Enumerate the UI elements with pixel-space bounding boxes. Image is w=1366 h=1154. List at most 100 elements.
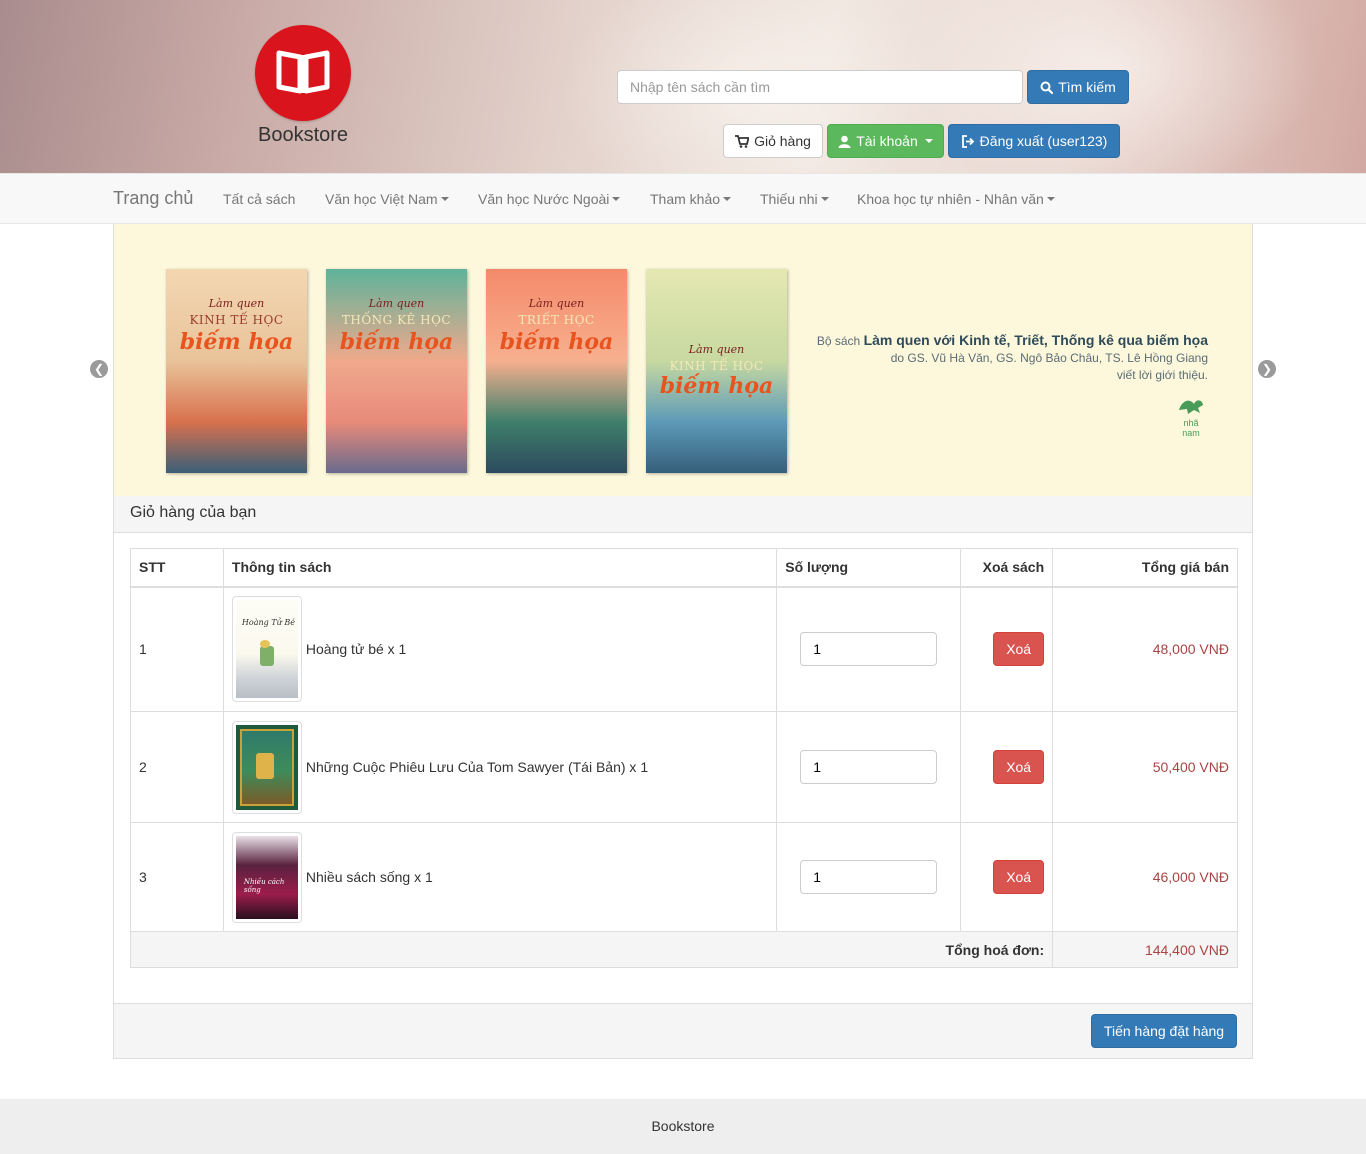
- nav-item-label: Thiếu nhi: [760, 191, 818, 207]
- delete-button[interactable]: Xoá: [993, 860, 1045, 894]
- column-header-total: Tổng giá bán: [1052, 548, 1238, 588]
- banner-caption-prefix: Bộ sách: [816, 334, 864, 348]
- quantity-input[interactable]: [800, 750, 938, 784]
- nav-item-label: Văn học Việt Nam: [325, 191, 438, 207]
- carousel-prev-button[interactable]: ❮: [90, 360, 108, 378]
- row-stt: 3: [130, 822, 224, 932]
- shopping-cart-icon: [735, 134, 750, 148]
- chevron-left-icon: ❮: [93, 362, 105, 376]
- publisher-name: nhã nam: [1182, 418, 1200, 438]
- logo[interactable]: [255, 25, 351, 121]
- banner-caption-title: Làm quen với Kinh tế, Triết, Thống kê qu…: [863, 332, 1208, 348]
- chevron-down-icon: [612, 197, 621, 201]
- cart-table: STT Thông tin sách Số lượng Xoá sách Tổn…: [129, 548, 1238, 968]
- nav-item-foreign-literature[interactable]: Văn học Nước Ngoài: [478, 191, 621, 207]
- nav-item-children[interactable]: Thiếu nhi: [760, 191, 829, 207]
- logout-button[interactable]: Đăng xuất (user123): [948, 124, 1120, 158]
- column-header-stt: STT: [130, 548, 224, 588]
- book-cover-philosophy: Làm quen TRIẾT HỌC biếm họa: [486, 269, 627, 473]
- chevron-right-icon: ❯: [1261, 362, 1273, 376]
- delete-button[interactable]: Xoá: [993, 750, 1045, 784]
- cover-line3: biếm họa: [659, 373, 774, 399]
- search-input[interactable]: [617, 70, 1023, 104]
- page-footer: Bookstore: [0, 1099, 1366, 1154]
- delete-button[interactable]: Xoá: [993, 632, 1045, 667]
- book-thumbnail[interactable]: Hoàng Tử Bé: [231, 596, 302, 703]
- row-stt: 2: [130, 711, 224, 823]
- column-header-qty: Số lượng: [776, 548, 962, 588]
- cart-button[interactable]: Giỏ hàng: [723, 124, 823, 158]
- row-qty-cell: [776, 586, 962, 712]
- nav-home[interactable]: Trang chủ: [113, 188, 193, 209]
- checkout-button[interactable]: Tiến hàng đặt hàng: [1091, 1014, 1237, 1048]
- main-navbar: Trang chủ Tất cả sách Văn học Việt Nam V…: [0, 173, 1366, 224]
- cart-heading: Giỏ hàng của bạn: [114, 496, 1252, 533]
- quantity-input[interactable]: [800, 860, 938, 894]
- chevron-down-icon: [723, 197, 732, 201]
- row-stt: 1: [130, 586, 224, 712]
- quantity-input[interactable]: [800, 632, 938, 667]
- open-book-icon: [276, 50, 330, 94]
- total-value: 144,400 VNĐ: [1052, 931, 1238, 968]
- cover-line3: biếm họa: [339, 329, 454, 355]
- publisher-logo-icon: [1179, 400, 1203, 414]
- row-price: 46,000 VNĐ: [1052, 822, 1238, 932]
- book-cover-statistics: Làm quen THỐNG KÊ HỌC biếm họa: [326, 269, 467, 473]
- cart-button-label: Giỏ hàng: [754, 133, 811, 149]
- row-delete-cell: Xoá: [960, 586, 1054, 712]
- nav-item-label: Văn học Nước Ngoài: [478, 191, 610, 207]
- cover-line3: biếm họa: [499, 329, 614, 355]
- cover-line2: KINH TẾ HỌC: [669, 359, 764, 373]
- cover-line3: biếm họa: [179, 329, 294, 355]
- total-label: Tổng hoá đơn:: [129, 931, 1054, 968]
- row-price: 50,400 VNĐ: [1052, 711, 1238, 823]
- chevron-down-icon: [1046, 197, 1055, 201]
- logout-button-label: Đăng xuất (user123): [979, 133, 1108, 149]
- nav-item-label: Tất cả sách: [223, 191, 296, 207]
- nav-item-reference[interactable]: Tham khảo: [650, 191, 732, 207]
- header: Bookstore Tìm kiếm Giỏ hàng Tài khoản Đă…: [0, 0, 1366, 173]
- account-dropdown-button[interactable]: Tài khoản: [827, 124, 944, 158]
- table-row: 2 Những Cuộc Phiêu Lưu Của Tom Sawyer (T…: [130, 711, 1238, 823]
- nav-item-label: Khoa học tự nhiên - Nhân văn: [857, 191, 1044, 207]
- banner-caption-line3: viết lời giới thiệu.: [1116, 368, 1208, 382]
- cart-panel: Làm quen KINH TẾ HỌC biếm họa Làm quen T…: [113, 224, 1253, 1059]
- search-button-label: Tìm kiếm: [1058, 79, 1116, 95]
- search-button[interactable]: Tìm kiếm: [1027, 70, 1129, 104]
- row-book-info: Những Cuộc Phiêu Lưu Của Tom Sawyer (Tái…: [222, 711, 778, 823]
- cover-line1: Làm quen: [208, 297, 265, 310]
- cover-line1: Làm quen: [688, 343, 745, 356]
- book-cover-economics: Làm quen KINH TẾ HỌC biếm họa: [166, 269, 307, 473]
- logout-icon: [961, 134, 974, 148]
- column-header-delete: Xoá sách: [960, 548, 1054, 588]
- search-icon: [1040, 81, 1054, 94]
- row-book-info: Hoàng Tử Bé Hoàng tử bé x 1: [222, 586, 778, 712]
- book-thumbnail[interactable]: [231, 720, 302, 814]
- cover-line2: THỐNG KÊ HỌC: [341, 313, 452, 327]
- table-header-row: STT Thông tin sách Số lượng Xoá sách Tổn…: [130, 548, 1238, 588]
- publisher-logo: nhã nam: [1174, 396, 1208, 438]
- chevron-down-icon: [820, 197, 829, 201]
- user-icon: [838, 135, 851, 148]
- row-qty-cell: [776, 711, 962, 823]
- row-book-info: Nhiều cách sống Nhiều sách sống x 1: [222, 822, 778, 932]
- cover-line2: TRIẾT HỌC: [518, 313, 595, 327]
- nav-item-all-books[interactable]: Tất cả sách: [223, 191, 295, 207]
- book-title: Nhiều sách sống x 1: [305, 869, 433, 885]
- row-price: 48,000 VNĐ: [1052, 586, 1238, 712]
- banner-caption-line2: do GS. Vũ Hà Văn, GS. Ngô Bảo Châu, TS. …: [890, 351, 1208, 365]
- book-cover-economics-2: Làm quen KINH TẾ HỌC biếm họa: [646, 269, 787, 473]
- account-button-label: Tài khoản: [856, 133, 918, 149]
- nav-item-science-humanities[interactable]: Khoa học tự nhiên - Nhân văn: [857, 191, 1055, 207]
- promo-banner[interactable]: Làm quen KINH TẾ HỌC biếm họa Làm quen T…: [114, 224, 1252, 496]
- cover-line1: Làm quen: [368, 297, 425, 310]
- brand-name[interactable]: Bookstore: [258, 124, 348, 147]
- row-delete-cell: Xoá: [960, 711, 1054, 823]
- book-title: Những Cuộc Phiêu Lưu Của Tom Sawyer (Tái…: [305, 759, 649, 775]
- carousel-next-button[interactable]: ❯: [1258, 360, 1276, 378]
- row-delete-cell: Xoá: [960, 822, 1054, 932]
- chevron-down-icon: [440, 197, 449, 201]
- book-title: Hoàng tử bé x 1: [305, 641, 407, 658]
- nav-item-vietnamese-literature[interactable]: Văn học Việt Nam: [325, 191, 449, 207]
- book-thumbnail[interactable]: Nhiều cách sống: [231, 831, 302, 923]
